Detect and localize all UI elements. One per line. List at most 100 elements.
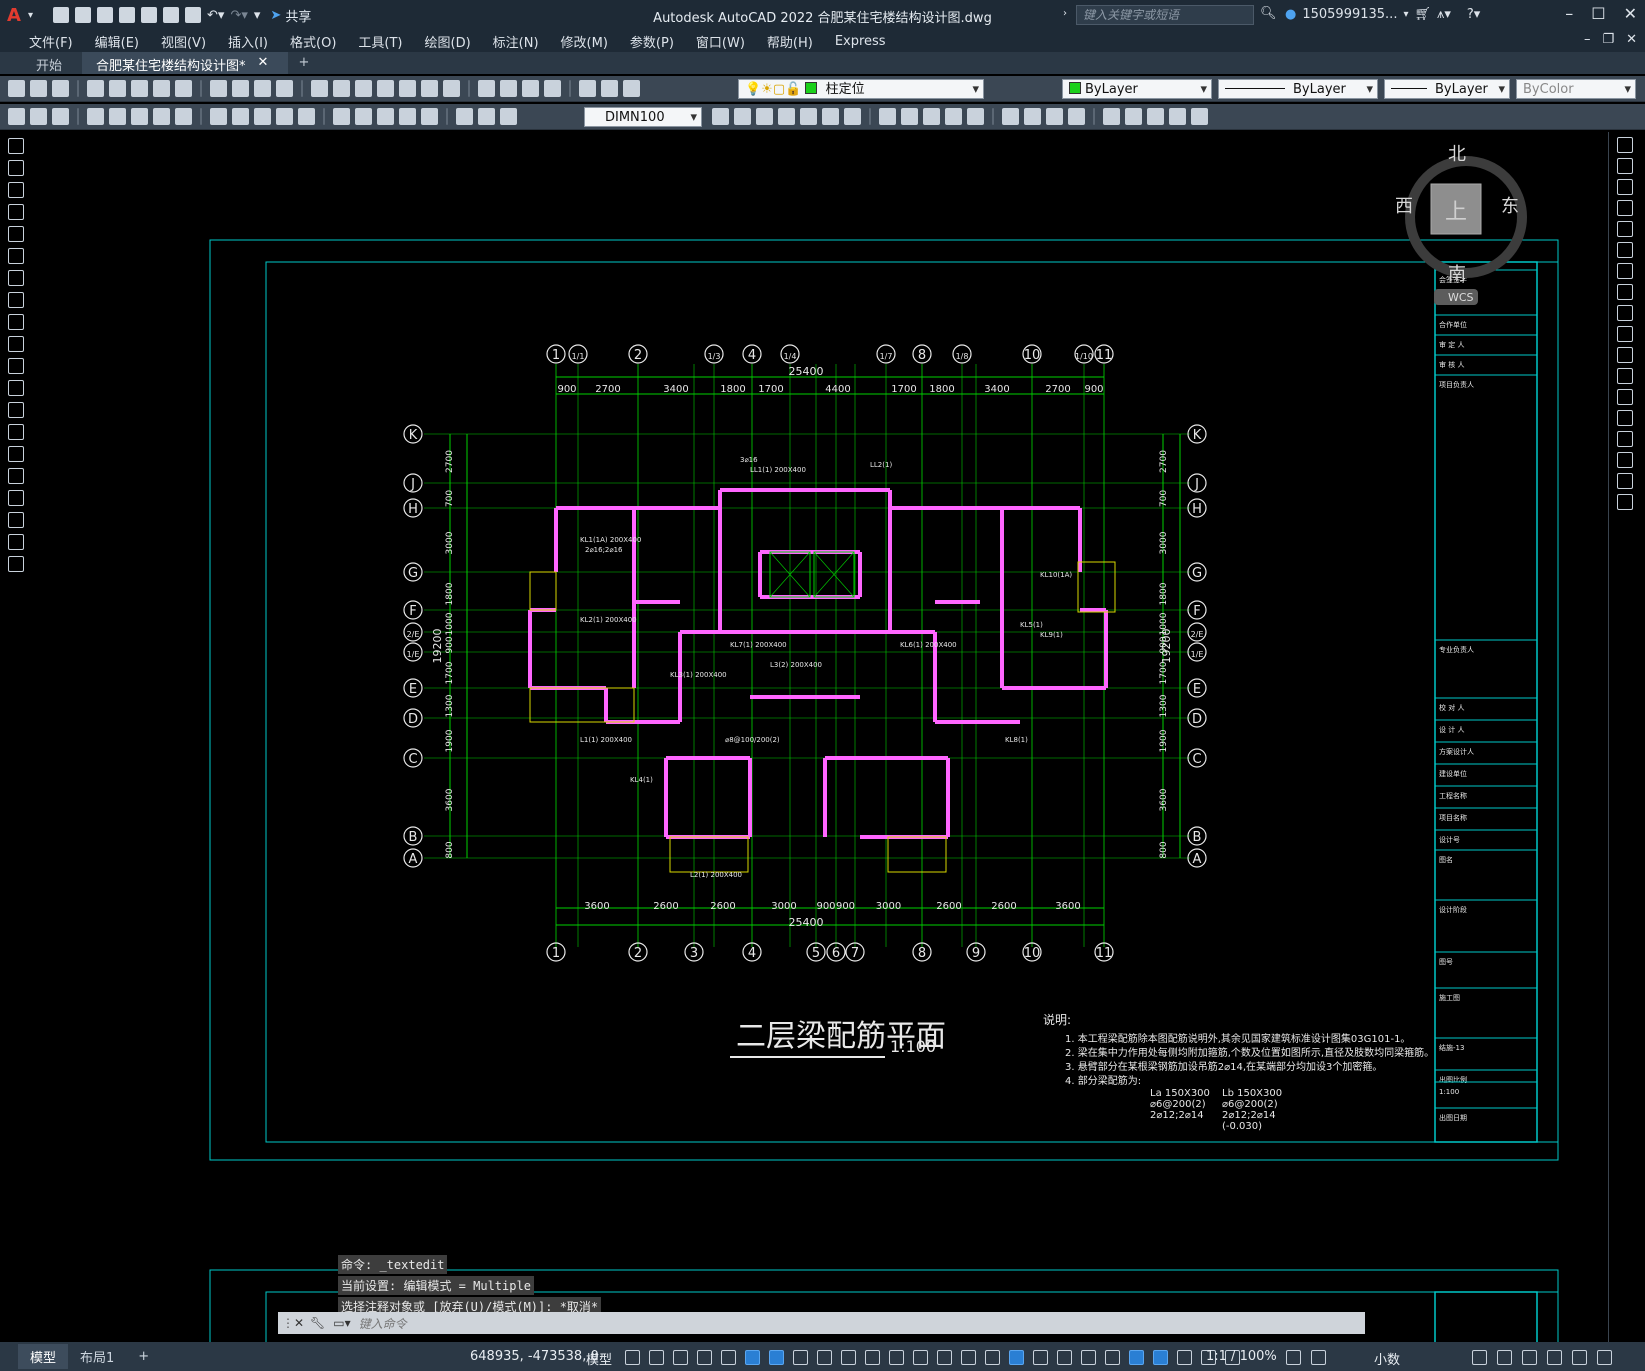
- model-space-toggle[interactable]: 模型: [586, 1349, 612, 1368]
- modify-tool-icon[interactable]: [1617, 473, 1633, 489]
- doc-close-icon[interactable]: ✕: [1626, 32, 1637, 47]
- app-menu-chevron-icon[interactable]: ▾: [28, 10, 33, 21]
- standard-tool-icon[interactable]: [478, 80, 495, 97]
- status-toggle-icon[interactable]: [697, 1350, 712, 1365]
- standard-tool-icon[interactable]: [232, 80, 249, 97]
- hardware-accel-icon[interactable]: [1547, 1350, 1562, 1365]
- draw-tool-icon[interactable]: [8, 248, 24, 264]
- draw-tool-icon[interactable]: [8, 512, 24, 528]
- status-toggle-icon[interactable]: [961, 1350, 976, 1365]
- standard-tool-icon[interactable]: [500, 80, 517, 97]
- status-toggle-icon[interactable]: [937, 1350, 952, 1365]
- menu-item[interactable]: 标注(N): [482, 32, 550, 51]
- modify-tool-icon[interactable]: [1617, 200, 1633, 216]
- draw-tool-icon[interactable]: [8, 270, 24, 286]
- tab-document[interactable]: 合肥某住宅楼结构设计图* ✕: [82, 52, 289, 74]
- dimension-tool-icon[interactable]: [87, 108, 104, 125]
- modify-tool-icon[interactable]: [1617, 242, 1633, 258]
- status-toggle-icon[interactable]: [1033, 1350, 1048, 1365]
- open-web-icon[interactable]: [141, 7, 158, 23]
- dimension-tool-icon[interactable]: [377, 108, 394, 125]
- units-display[interactable]: 小数: [1374, 1349, 1400, 1368]
- status-toggle-icon[interactable]: [1081, 1350, 1096, 1365]
- tab-start[interactable]: 开始: [16, 52, 83, 74]
- modify-tool-icon[interactable]: [1617, 389, 1633, 405]
- status-toggle-icon[interactable]: [649, 1350, 664, 1365]
- status-toggle-icon[interactable]: [1177, 1350, 1192, 1365]
- workspace-gear-icon[interactable]: [1286, 1350, 1301, 1365]
- tab-close-icon[interactable]: ✕: [258, 55, 269, 74]
- standard-tool-icon[interactable]: [443, 80, 460, 97]
- dimension-tool-icon[interactable]: [399, 108, 416, 125]
- share-button[interactable]: ➤ 共享: [270, 6, 311, 25]
- draw-tool-icon[interactable]: [8, 424, 24, 440]
- dimension-tool-icon[interactable]: [109, 108, 126, 125]
- undo-icon[interactable]: ↶▾: [207, 8, 224, 23]
- dimstyle-dropdown[interactable]: DIMN100: [584, 107, 702, 127]
- dimension-tool-icon[interactable]: [131, 108, 148, 125]
- doc-restore-icon[interactable]: ❐: [1602, 32, 1614, 47]
- standard-tool-icon[interactable]: [131, 80, 148, 97]
- modify-tool-icon[interactable]: [1169, 108, 1186, 125]
- draw-tool-icon[interactable]: [8, 358, 24, 374]
- draw-tool-icon[interactable]: [8, 182, 24, 198]
- maximize-icon[interactable]: ☐: [1591, 4, 1605, 23]
- standard-tool-icon[interactable]: [522, 80, 539, 97]
- modify-tool-icon[interactable]: [1617, 179, 1633, 195]
- status-toggle-icon[interactable]: [985, 1350, 1000, 1365]
- dimension-tool-icon[interactable]: [232, 108, 249, 125]
- modify-tool-icon[interactable]: [967, 108, 984, 125]
- modify-tool-icon[interactable]: [1617, 263, 1633, 279]
- dimension-tool-icon[interactable]: [52, 108, 69, 125]
- modify-tool-icon[interactable]: [1617, 431, 1633, 447]
- command-line[interactable]: ⋮ ✕ 🔧︎ ▭▾ 键入命令: [278, 1312, 1365, 1334]
- dimension-tool-icon[interactable]: [175, 108, 192, 125]
- dimension-tool-icon[interactable]: [254, 108, 271, 125]
- status-toggle-icon[interactable]: [1129, 1350, 1144, 1365]
- save-icon[interactable]: [97, 7, 114, 23]
- draw-tool-icon[interactable]: [8, 314, 24, 330]
- autocad-logo-icon[interactable]: A: [0, 0, 28, 30]
- modify-tool-icon[interactable]: [1617, 158, 1633, 174]
- drawing-canvas[interactable]: 25400 25400 19200 19200 900 2700 3400 1800 1700 4…: [30, 132, 1608, 1342]
- draw-tool-icon[interactable]: [8, 336, 24, 352]
- menu-item[interactable]: 帮助(H): [756, 32, 824, 51]
- redo-icon[interactable]: ↷▾: [230, 8, 247, 23]
- draw-tool-icon[interactable]: [8, 380, 24, 396]
- standard-tool-icon[interactable]: [333, 80, 350, 97]
- modify-tool-icon[interactable]: [945, 108, 962, 125]
- menu-item[interactable]: 格式(O): [279, 32, 347, 51]
- dimension-tool-icon[interactable]: [421, 108, 438, 125]
- modify-tool-icon[interactable]: [1617, 326, 1633, 342]
- status-toggle-icon[interactable]: [841, 1350, 856, 1365]
- modify-tool-icon[interactable]: [1024, 108, 1041, 125]
- draw-tool-icon[interactable]: [8, 226, 24, 242]
- status-toggle-icon[interactable]: [889, 1350, 904, 1365]
- menu-item[interactable]: Express: [824, 34, 897, 49]
- status-toggle-icon[interactable]: [793, 1350, 808, 1365]
- doc-minimize-icon[interactable]: –: [1584, 32, 1591, 47]
- color-dropdown[interactable]: ByLayer: [1062, 79, 1212, 99]
- status-toggle-icon[interactable]: [1009, 1350, 1024, 1365]
- viewcube-south[interactable]: 南: [1448, 264, 1466, 285]
- modify-tool-icon[interactable]: [879, 108, 896, 125]
- lock-ui-icon[interactable]: [1497, 1350, 1512, 1365]
- clean-screen-icon[interactable]: [1572, 1350, 1587, 1365]
- command-input[interactable]: 键入命令: [359, 1315, 407, 1332]
- dimension-tool-icon[interactable]: [500, 108, 517, 125]
- draw-tool-icon[interactable]: [8, 490, 24, 506]
- menu-item[interactable]: 修改(M): [550, 32, 619, 51]
- modify-tool-icon[interactable]: [1617, 221, 1633, 237]
- menu-item[interactable]: 窗口(W): [685, 32, 756, 51]
- view-cube[interactable]: 上 北 南 东 西 WCS: [1395, 144, 1527, 305]
- modify-tool-icon[interactable]: [734, 108, 751, 125]
- status-toggle-icon[interactable]: [1057, 1350, 1072, 1365]
- modify-tool-icon[interactable]: [1002, 108, 1019, 125]
- viewcube-north[interactable]: 北: [1448, 144, 1466, 165]
- modify-tool-icon[interactable]: [844, 108, 861, 125]
- customize-status-icon[interactable]: [1597, 1350, 1612, 1365]
- dimension-tool-icon[interactable]: [333, 108, 350, 125]
- modify-tool-icon[interactable]: [1617, 137, 1633, 153]
- standard-tool-icon[interactable]: [276, 80, 293, 97]
- draw-tool-icon[interactable]: [8, 556, 24, 572]
